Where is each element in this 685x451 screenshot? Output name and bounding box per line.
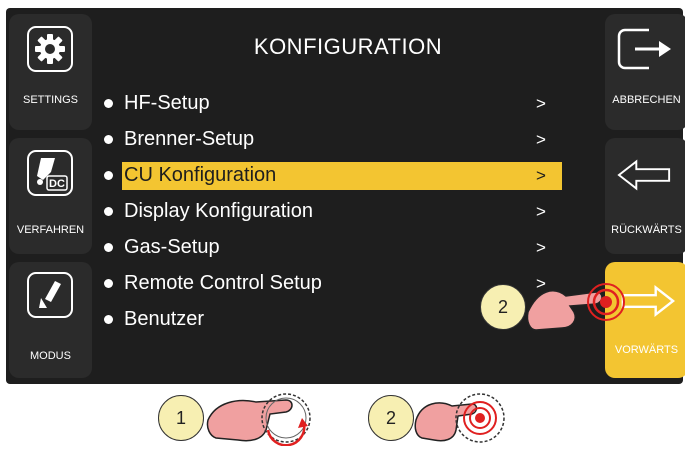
bullet-icon bbox=[104, 243, 113, 252]
bullet-icon bbox=[104, 171, 113, 180]
menu-item-label: Gas-Setup bbox=[124, 236, 220, 258]
chevron-right-icon: > bbox=[536, 94, 546, 113]
chevron-right-icon: > bbox=[536, 166, 546, 185]
chevron-right-icon: > bbox=[536, 238, 546, 257]
menu-item-display-konfiguration[interactable]: Display Konfiguration > bbox=[96, 194, 566, 230]
menu-item-label: Brenner-Setup bbox=[124, 128, 255, 150]
abbrechen-label: ABBRECHEN bbox=[612, 94, 681, 106]
step-number-badge: 2 bbox=[480, 284, 526, 330]
rueckwaerts-label: RÜCKWÄRTS bbox=[611, 224, 682, 236]
settings-button[interactable]: SETTINGS bbox=[9, 14, 92, 130]
bullet-icon bbox=[104, 207, 113, 216]
arrow-left-icon bbox=[617, 152, 673, 198]
verfahren-label: VERFAHREN bbox=[16, 224, 85, 236]
menu-item-hf-setup[interactable]: HF-Setup > bbox=[96, 86, 566, 122]
menu-item-label: CU Konfiguration bbox=[124, 164, 277, 186]
page-title: KONFIGURATION bbox=[253, 34, 443, 59]
step-number-badge: 1 bbox=[158, 395, 204, 441]
step-number-badge: 2 bbox=[368, 395, 414, 441]
exit-arrow-icon bbox=[615, 24, 677, 74]
verfahren-button[interactable]: DC VERFAHREN bbox=[9, 138, 92, 254]
menu-item-gas-setup[interactable]: Gas-Setup > bbox=[96, 230, 566, 266]
press-forward-hand: 2 bbox=[478, 272, 628, 348]
torch-dc-icon: DC bbox=[27, 150, 73, 196]
rotate-knob-hand: 1 bbox=[158, 390, 318, 447]
rueckwaerts-button[interactable]: RÜCKWÄRTS bbox=[605, 138, 685, 254]
svg-text:DC: DC bbox=[49, 178, 65, 190]
menu-item-label: Remote Control Setup bbox=[124, 272, 322, 294]
menu-item-label: Benutzer bbox=[124, 308, 205, 330]
modus-button[interactable]: MODUS bbox=[9, 262, 92, 378]
chevron-right-icon: > bbox=[536, 130, 546, 149]
gear-icon bbox=[27, 26, 73, 72]
bullet-icon bbox=[104, 99, 113, 108]
torch-mode-icon bbox=[27, 272, 73, 318]
menu-item-brenner-setup[interactable]: Brenner-Setup > bbox=[96, 122, 566, 158]
bullet-icon bbox=[104, 279, 113, 288]
abbrechen-button[interactable]: ABBRECHEN bbox=[605, 14, 685, 130]
press-knob-hand: 2 bbox=[368, 390, 508, 446]
menu-item-label: HF-Setup bbox=[124, 92, 210, 114]
chevron-right-icon: > bbox=[536, 202, 546, 221]
bullet-icon bbox=[104, 135, 113, 144]
modus-label: MODUS bbox=[30, 350, 71, 362]
menu-item-cu-konfiguration[interactable]: CU Konfiguration > bbox=[96, 158, 566, 194]
settings-label: SETTINGS bbox=[22, 94, 78, 106]
menu-item-label: Display Konfiguration bbox=[124, 200, 313, 222]
bullet-icon bbox=[104, 315, 113, 324]
